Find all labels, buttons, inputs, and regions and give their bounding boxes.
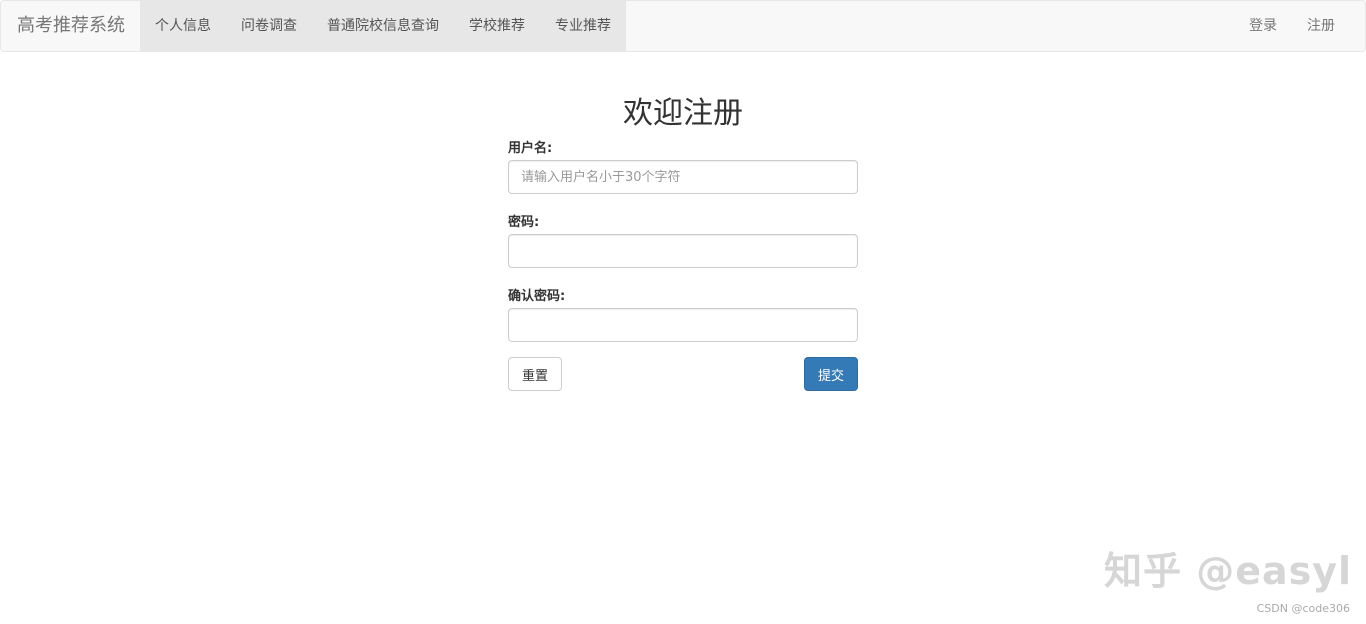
confirm-password-label: 确认密码: [508,289,566,304]
credit-text: CSDN @code306 [1256,602,1350,615]
nav-item-questionnaire[interactable]: 问卷调查 [226,1,312,51]
nav-item-login[interactable]: 登录 [1234,1,1292,51]
password-input[interactable] [508,234,858,268]
nav-item-college-query[interactable]: 普通院校信息查询 [312,1,454,51]
page-title: 欢迎注册 [623,96,743,131]
password-label: 密码: [508,215,540,230]
username-label: 用户名: [508,141,553,156]
nav-left-group: 个人信息 问卷调查 普通院校信息查询 学校推荐 专业推荐 [140,1,626,51]
submit-button[interactable]: 提交 [804,357,858,391]
brand-title[interactable]: 高考推荐系统 [17,1,125,51]
nav-item-register[interactable]: 注册 [1292,1,1350,51]
nav-item-personal-info[interactable]: 个人信息 [140,1,226,51]
nav-item-major-recommend[interactable]: 专业推荐 [540,1,626,51]
watermark-text: 知乎 @easyl [1104,549,1353,593]
navbar: 高考推荐系统 个人信息 问卷调查 普通院校信息查询 学校推荐 专业推荐 登录 注… [0,0,1366,52]
confirm-password-input[interactable] [508,308,858,342]
username-input[interactable] [508,160,858,194]
reset-button[interactable]: 重置 [508,357,562,391]
nav-right-group: 登录 注册 [1234,1,1350,51]
nav-item-school-recommend[interactable]: 学校推荐 [454,1,540,51]
